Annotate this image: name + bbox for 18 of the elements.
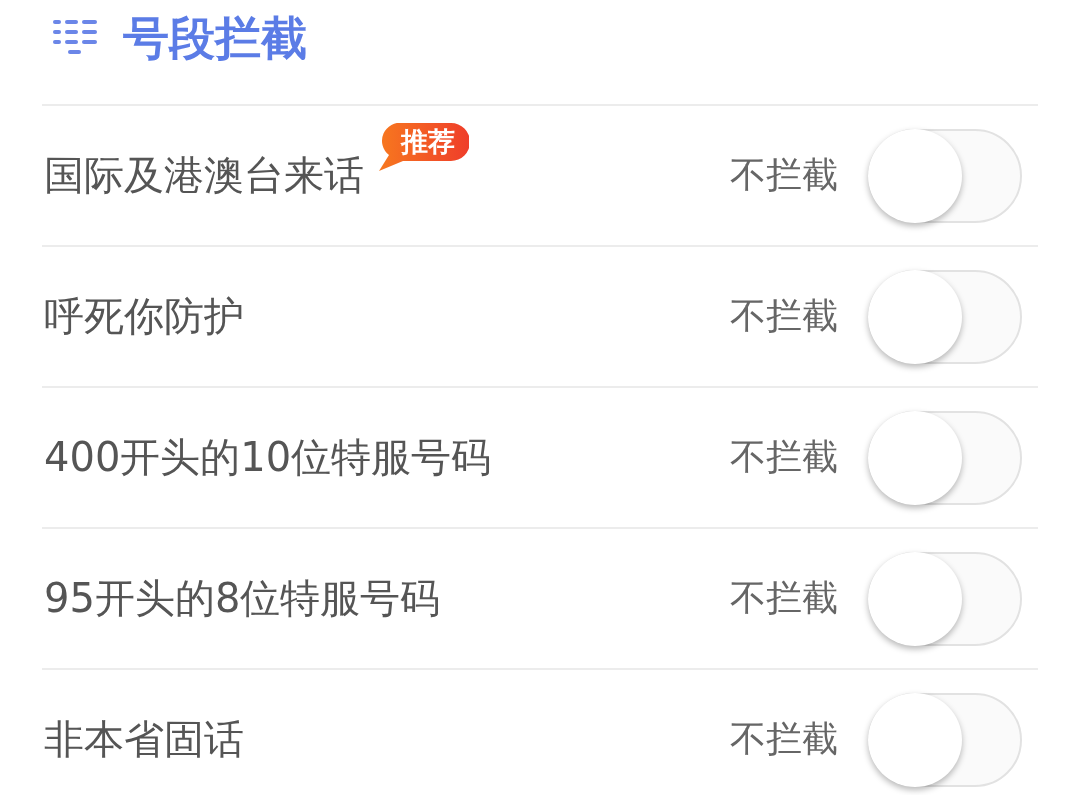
- toggle-switch[interactable]: [868, 410, 1022, 505]
- setting-label: 非本省固话: [44, 715, 244, 764]
- toggle-switch[interactable]: [868, 551, 1022, 646]
- recommend-badge: 推荐: [379, 122, 469, 171]
- status-label: 不拦截: [730, 717, 838, 761]
- toggle-switch[interactable]: [868, 128, 1022, 223]
- toggle-switch[interactable]: [868, 269, 1022, 364]
- toggle-switch[interactable]: [868, 692, 1022, 787]
- list-icon: [53, 20, 97, 56]
- setting-label: 国际及港澳台来话: [44, 151, 364, 200]
- status-label: 不拦截: [730, 153, 838, 197]
- setting-label: 95开头的8位特服号码: [44, 574, 441, 623]
- status-label: 不拦截: [730, 435, 838, 479]
- setting-label: 呼死你防护: [44, 292, 244, 341]
- section-title: 号段拦截: [123, 12, 307, 64]
- setting-label: 400开头的10位特服号码: [44, 433, 492, 482]
- status-label: 不拦截: [730, 576, 838, 620]
- status-label: 不拦截: [730, 294, 838, 338]
